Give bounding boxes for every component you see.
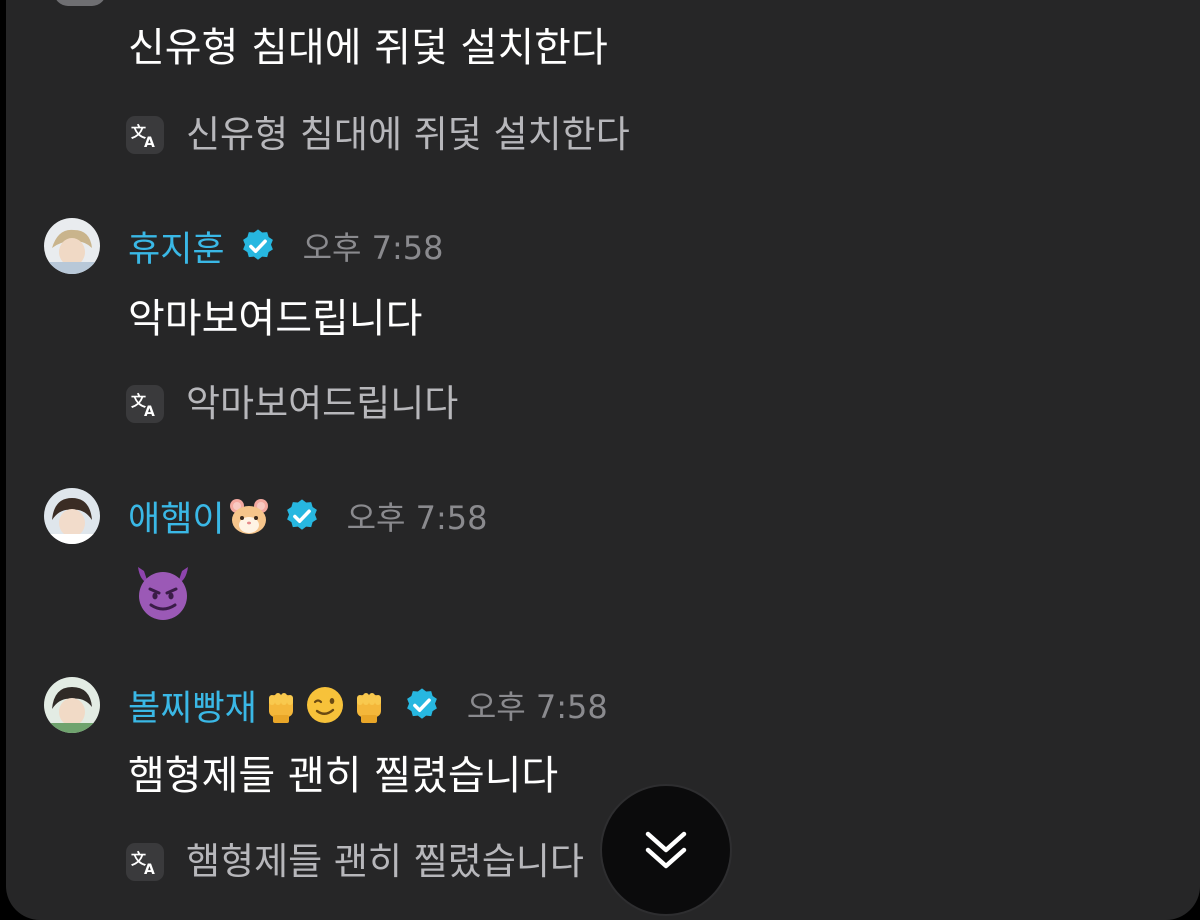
message-header: 애햄이 오후 7:58: [44, 488, 488, 544]
translate-icon[interactable]: 文 A: [126, 385, 164, 423]
smiling-face-with-horns-emoji: [138, 567, 188, 620]
timestamp: 오후 7:58: [346, 499, 488, 537]
svg-text:A: A: [144, 862, 155, 877]
timestamp: 오후 7:58: [466, 688, 608, 726]
app-frame: 신유형 침대에 쥐덫 설치한다 文 A 신유형 침대에 쥐덫 설치한다 휴지훈: [0, 0, 1200, 920]
chat-panel[interactable]: 신유형 침대에 쥐덫 설치한다 文 A 신유형 침대에 쥐덫 설치한다 휴지훈: [6, 0, 1200, 920]
raised-fist-icon: [356, 693, 381, 723]
raised-fist-icon: [268, 693, 293, 723]
message-text: 햄형제들 괜히 찔렸습니다: [128, 753, 559, 799]
avatar[interactable]: [54, 0, 106, 6]
avatar[interactable]: [44, 677, 100, 733]
svg-text:A: A: [144, 135, 155, 150]
svg-text:A: A: [144, 404, 155, 419]
translate-icon[interactable]: 文 A: [126, 116, 164, 154]
verified-badge-icon: [406, 688, 437, 719]
author-name[interactable]: 휴지훈: [128, 221, 225, 272]
avatar[interactable]: [44, 218, 100, 274]
translation-text: 신유형 침대에 쥐덫 설치한다: [186, 113, 630, 156]
hamster-face-icon: [229, 499, 268, 534]
avatar[interactable]: [44, 488, 100, 544]
timestamp: 오후 7:58: [302, 229, 444, 267]
double-chevron-down-icon: [645, 831, 687, 869]
translate-icon[interactable]: 文 A: [126, 843, 164, 881]
verified-badge-icon: [286, 499, 317, 530]
translation-row: 文 A 햄형제들 괜히 찔렸습니다: [126, 840, 584, 884]
message-header: 휴지훈 오후 7:58: [44, 218, 444, 274]
translation-text: 악마보여드립니다: [186, 382, 459, 425]
translation-text: 햄형제들 괜히 찔렸습니다: [186, 840, 584, 883]
winking-face-icon: [306, 687, 343, 723]
message-text: 신유형 침대에 쥐덫 설치한다: [128, 25, 608, 71]
translation-row: 文 A 신유형 침대에 쥐덫 설치한다: [126, 113, 630, 157]
message-text: 악마보여드립니다: [128, 296, 423, 342]
verified-badge-icon: [242, 229, 273, 260]
author-name[interactable]: 볼찌빵재: [128, 680, 257, 731]
translation-row: 文 A 악마보여드립니다: [126, 382, 458, 426]
author-name[interactable]: 애햄이: [128, 491, 225, 542]
message-header: 볼찌빵재 오후 7:58: [44, 677, 608, 733]
scroll-to-bottom-button[interactable]: [600, 784, 732, 916]
